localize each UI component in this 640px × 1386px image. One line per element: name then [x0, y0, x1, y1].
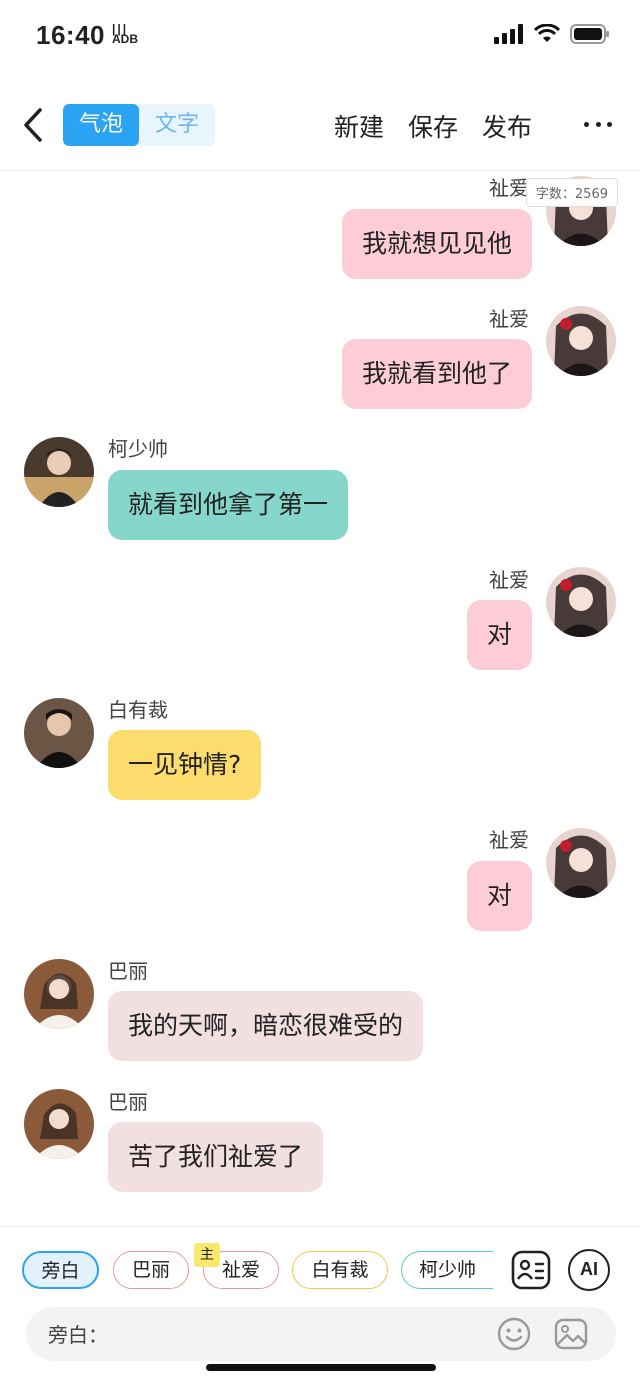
- emoji-icon[interactable]: [496, 1316, 532, 1352]
- role-chip-bali[interactable]: 巴丽: [113, 1251, 189, 1289]
- message-bubble[interactable]: 我就想见见他: [341, 209, 532, 279]
- avatar[interactable]: [546, 828, 616, 898]
- back-button[interactable]: [18, 102, 48, 148]
- message-bubble[interactable]: 苦了我们祉爱了: [108, 1122, 324, 1192]
- speaker-name: 祉爱: [489, 176, 529, 200]
- speaker-name: 巴丽: [108, 1090, 148, 1114]
- message-input[interactable]: 旁白：: [26, 1307, 616, 1361]
- avatar[interactable]: [546, 567, 616, 637]
- signal-icon: [494, 24, 523, 44]
- message-bubble[interactable]: 我就看到他了: [341, 339, 532, 409]
- tab-text[interactable]: 文字: [139, 104, 215, 146]
- speaker-name: 白有裁: [108, 698, 168, 722]
- tab-bubble[interactable]: 气泡: [63, 104, 139, 146]
- avatar[interactable]: [24, 698, 94, 768]
- main-role-tag: 主: [194, 1243, 220, 1267]
- home-indicator: [206, 1364, 436, 1371]
- avatar[interactable]: [24, 959, 94, 1029]
- speaker-name: 祉爱: [489, 828, 529, 852]
- more-button[interactable]: [584, 112, 612, 136]
- mode-segmented-control: 气泡 文字: [63, 104, 215, 146]
- contact-card-icon: [511, 1250, 551, 1290]
- message-bubble[interactable]: 我的天啊，暗恋很难受的: [108, 991, 424, 1061]
- status-bar: 16:40 ||| ADB: [0, 0, 640, 70]
- back-arrow-icon: [24, 108, 42, 142]
- status-extra: ||| ADB: [112, 22, 138, 46]
- message-bubble[interactable]: 对: [466, 861, 532, 931]
- bottom-panel: 旁白 巴丽 祉爱 主 白有裁 柯少帅 AI 旁白：: [0, 1226, 640, 1386]
- speaker-name: 巴丽: [108, 959, 148, 983]
- speaker-name: 柯少帅: [108, 437, 168, 461]
- role-chip-baiyoucai[interactable]: 白有裁: [292, 1251, 388, 1289]
- status-time: 16:40: [36, 20, 105, 50]
- message-bubble[interactable]: 对: [466, 600, 532, 670]
- more-icon: [584, 121, 589, 127]
- speaker-name: 祉爱: [489, 307, 529, 331]
- word-count-badge: 字数：2569: [525, 178, 618, 207]
- top-toolbar: 气泡 文字 新建 保存 发布: [0, 84, 640, 171]
- avatar[interactable]: [24, 1089, 94, 1159]
- avatar[interactable]: [546, 306, 616, 376]
- save-button[interactable]: 保存: [408, 108, 458, 144]
- ai-button[interactable]: AI: [568, 1249, 610, 1291]
- wifi-icon: [534, 24, 560, 42]
- role-chip-narration[interactable]: 旁白: [22, 1251, 99, 1289]
- speaker-name: 祉爱: [489, 568, 529, 592]
- image-icon[interactable]: [553, 1316, 589, 1352]
- input-role-label: 旁白：: [48, 1323, 108, 1347]
- avatar[interactable]: [24, 437, 94, 507]
- battery-icon: [570, 24, 609, 44]
- role-chip-keshaoshuai[interactable]: 柯少帅: [401, 1251, 493, 1289]
- publish-button[interactable]: 发布: [482, 108, 532, 144]
- role-manage-button[interactable]: [510, 1249, 552, 1291]
- message-bubble[interactable]: 就看到他拿了第一: [108, 470, 349, 540]
- new-button[interactable]: 新建: [334, 108, 384, 144]
- message-bubble[interactable]: 一见钟情?: [108, 730, 262, 800]
